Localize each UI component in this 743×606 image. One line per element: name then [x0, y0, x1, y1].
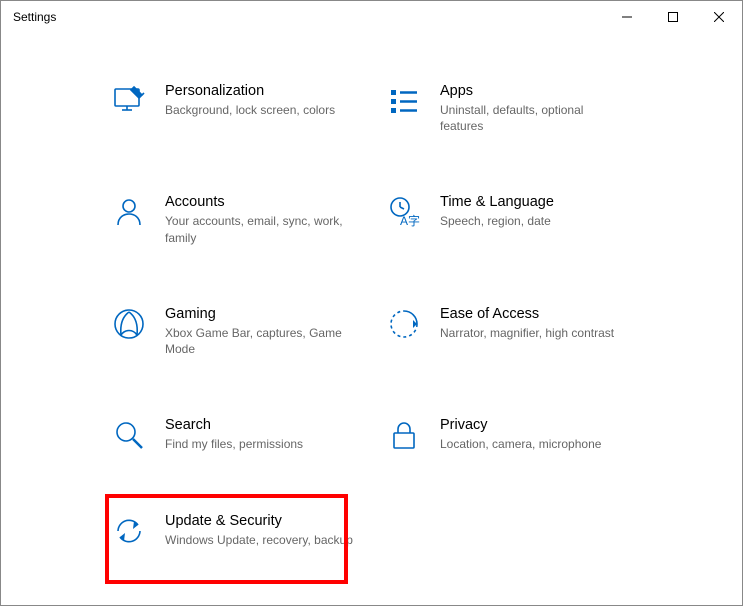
window-controls: [604, 1, 742, 33]
close-icon: [714, 12, 724, 22]
apps-icon: [386, 83, 422, 119]
category-title: Apps: [440, 83, 630, 99]
personalization-icon: [111, 83, 147, 119]
category-title: Time & Language: [440, 194, 554, 210]
search-icon: [111, 417, 147, 453]
time-language-icon: A字: [386, 194, 422, 230]
category-time-language[interactable]: A字 Time & Language Speech, region, date: [386, 194, 651, 245]
close-button[interactable]: [696, 1, 742, 33]
ease-of-access-icon: [386, 306, 422, 342]
category-desc: Find my files, permissions: [165, 436, 303, 452]
settings-content: Personalization Background, lock screen,…: [1, 33, 742, 549]
category-accounts[interactable]: Accounts Your accounts, email, sync, wor…: [111, 194, 376, 245]
category-personalization[interactable]: Personalization Background, lock screen,…: [111, 83, 376, 134]
titlebar: Settings: [1, 1, 742, 33]
category-desc: Background, lock screen, colors: [165, 102, 335, 118]
update-security-icon: [111, 513, 147, 549]
category-desc: Narrator, magnifier, high contrast: [440, 325, 614, 341]
category-desc: Uninstall, defaults, optional features: [440, 102, 630, 134]
category-title: Privacy: [440, 417, 601, 433]
category-desc: Location, camera, microphone: [440, 436, 601, 452]
category-title: Gaming: [165, 306, 355, 322]
category-title: Personalization: [165, 83, 335, 99]
svg-text:A字: A字: [400, 213, 420, 228]
category-desc: Xbox Game Bar, captures, Game Mode: [165, 325, 355, 357]
category-desc: Speech, region, date: [440, 213, 554, 229]
category-ease-of-access[interactable]: Ease of Access Narrator, magnifier, high…: [386, 306, 651, 357]
maximize-button[interactable]: [650, 1, 696, 33]
window-title: Settings: [13, 10, 56, 24]
category-title: Ease of Access: [440, 306, 614, 322]
category-privacy[interactable]: Privacy Location, camera, microphone: [386, 417, 651, 453]
category-search[interactable]: Search Find my files, permissions: [111, 417, 376, 453]
gaming-icon: [111, 306, 147, 342]
settings-grid: Personalization Background, lock screen,…: [111, 83, 702, 549]
minimize-button[interactable]: [604, 1, 650, 33]
category-desc: Windows Update, recovery, backup: [165, 532, 353, 548]
category-gaming[interactable]: Gaming Xbox Game Bar, captures, Game Mod…: [111, 306, 376, 357]
accounts-icon: [111, 194, 147, 230]
category-title: Update & Security: [165, 513, 353, 529]
privacy-icon: [386, 417, 422, 453]
minimize-icon: [622, 12, 632, 22]
category-title: Search: [165, 417, 303, 433]
maximize-icon: [668, 12, 678, 22]
category-desc: Your accounts, email, sync, work, family: [165, 213, 355, 245]
category-apps[interactable]: Apps Uninstall, defaults, optional featu…: [386, 83, 651, 134]
category-update-security[interactable]: Update & Security Windows Update, recove…: [111, 513, 376, 549]
category-title: Accounts: [165, 194, 355, 210]
